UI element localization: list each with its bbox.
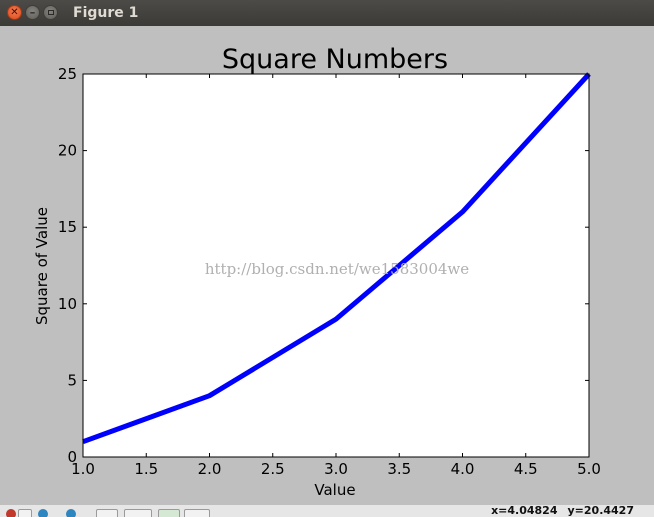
y-axis-label: Square of Value <box>33 207 51 325</box>
y-readout: y=20.4427 <box>567 505 635 517</box>
save-icon[interactable] <box>158 509 180 517</box>
plot-svg: Square Numbers http://blog.csdn.net/we15… <box>33 44 601 499</box>
home-icon[interactable] <box>6 509 16 517</box>
x-tick-label: 2.5 <box>261 460 285 478</box>
x-readout: x=4.04824 <box>491 505 558 517</box>
maximize-icon[interactable] <box>43 5 58 20</box>
x-axis-label: Value <box>314 481 355 499</box>
x-tick-label: 5.0 <box>577 460 601 478</box>
y-tick-label: 10 <box>58 295 77 313</box>
forward-icon[interactable] <box>38 509 48 517</box>
figure-canvas[interactable]: Square Numbers http://blog.csdn.net/we15… <box>0 26 654 506</box>
y-tick-label: 25 <box>58 65 77 83</box>
subplots-icon[interactable] <box>124 509 152 517</box>
y-tick-label: 15 <box>58 218 77 236</box>
x-tick-label: 4.5 <box>514 460 538 478</box>
y-tick-label: 20 <box>58 142 77 160</box>
y-tick-label: 0 <box>67 448 77 466</box>
x-tick-label: 3.0 <box>324 460 348 478</box>
title-bar: ✕ – Figure 1 <box>0 0 654 26</box>
close-icon[interactable]: ✕ <box>7 5 22 20</box>
x-tick-label: 4.0 <box>451 460 475 478</box>
x-tick-label: 1.5 <box>134 460 158 478</box>
chart-title: Square Numbers <box>222 44 448 75</box>
back-icon[interactable] <box>18 509 32 517</box>
coordinate-readout: x=4.04824 y=20.4427 <box>481 505 634 517</box>
watermark: http://blog.csdn.net/we1583004we <box>205 260 469 278</box>
window-title: Figure 1 <box>73 5 139 21</box>
x-tick-label: 2.0 <box>198 460 222 478</box>
toolbar: x=4.04824 y=20.4427 <box>0 505 654 517</box>
configure-icon[interactable] <box>184 509 210 517</box>
y-tick-label: 5 <box>67 371 77 389</box>
x-tick-label: 3.5 <box>387 460 411 478</box>
pan-icon[interactable] <box>66 509 76 517</box>
minimize-icon[interactable]: – <box>25 5 40 20</box>
zoom-icon[interactable] <box>96 509 118 517</box>
